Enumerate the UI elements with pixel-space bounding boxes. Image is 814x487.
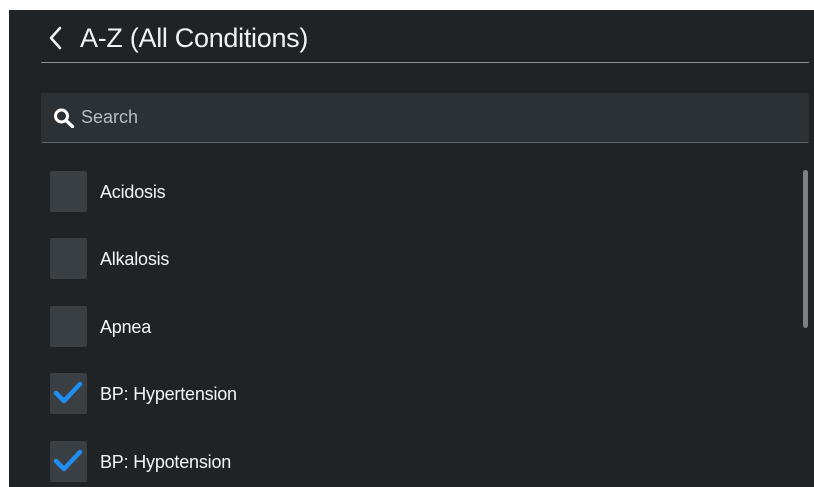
search-bar[interactable] (41, 93, 809, 143)
list-item[interactable]: Acidosis (41, 160, 781, 222)
item-label: BP: Hypotension (100, 452, 232, 472)
checkbox-bp-hypertension[interactable] (50, 373, 87, 414)
checkmark-icon (53, 449, 83, 472)
checkbox-acidosis[interactable] (50, 171, 87, 212)
checkbox-apnea[interactable] (50, 306, 87, 347)
scrollbar[interactable] (803, 170, 808, 328)
search-icon (54, 108, 75, 128)
header: A-Z (All Conditions) (41, 10, 809, 63)
page-title: A-Z (All Conditions) (80, 23, 309, 53)
item-label: Apnea (100, 317, 152, 337)
list-item[interactable]: BP: Hypotension (41, 430, 781, 487)
search-input[interactable] (81, 102, 781, 132)
checkbox-bp-hypotension[interactable] (50, 441, 87, 482)
list-item[interactable]: Apnea (41, 295, 781, 357)
back-button[interactable] (41, 20, 69, 56)
item-label: BP: Hypertension (100, 384, 237, 404)
checkbox-alkalosis[interactable] (50, 238, 87, 279)
checkmark-icon (53, 381, 83, 404)
conditions-screen: A-Z (All Conditions) Acidosis Alkalosis … (9, 10, 814, 487)
list-item[interactable]: BP: Hypertension (41, 362, 781, 424)
item-label: Acidosis (100, 182, 166, 202)
list-item[interactable]: Alkalosis (41, 227, 781, 289)
item-label: Alkalosis (100, 249, 170, 269)
chevron-left-icon (49, 26, 62, 50)
